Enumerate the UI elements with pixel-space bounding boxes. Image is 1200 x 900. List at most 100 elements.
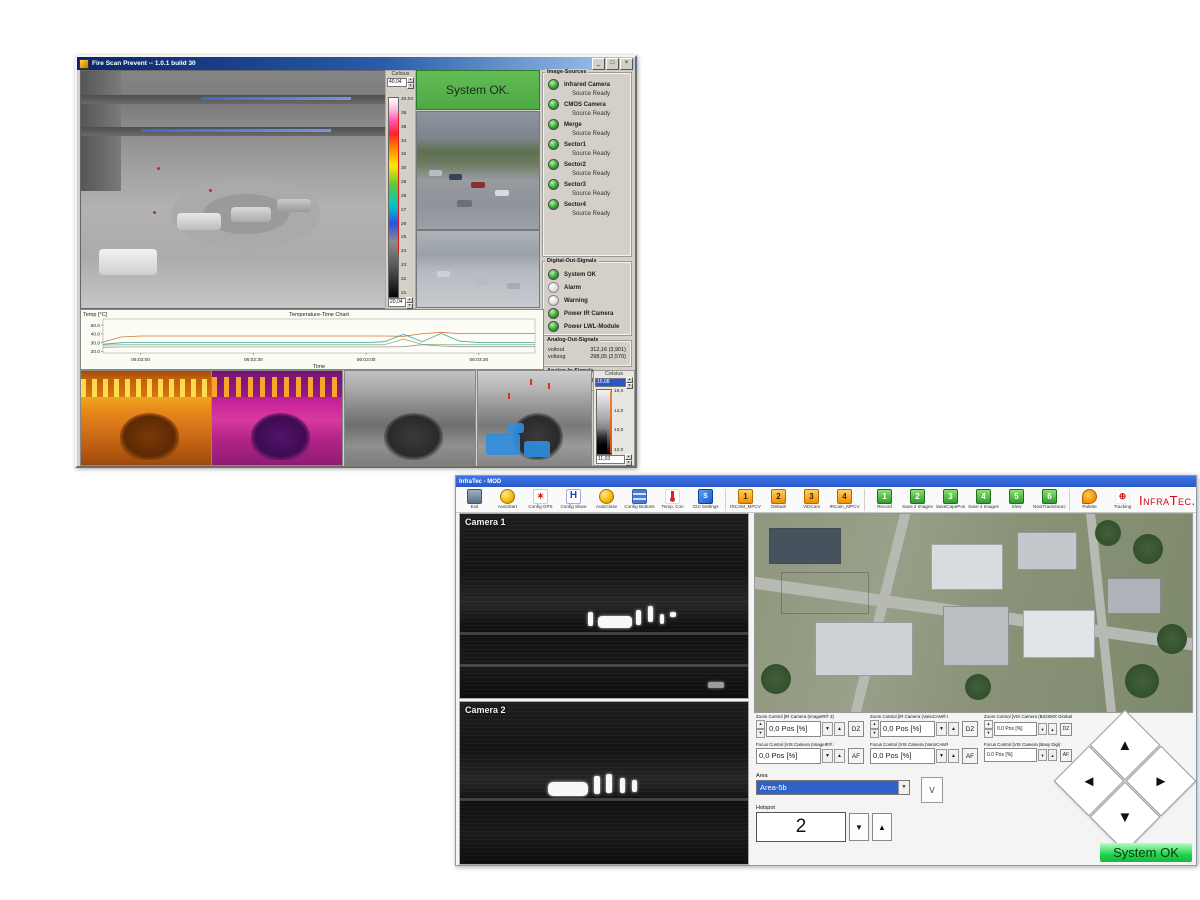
thermal-thumbnail-iron[interactable] xyxy=(80,370,212,466)
grayscale-thumbnail[interactable] xyxy=(344,370,476,466)
toolbar-button-palette[interactable]: Palette xyxy=(1073,488,1106,510)
hotspot-value[interactable]: 2 xyxy=(756,812,846,842)
spin-up-icon[interactable]: ▲ xyxy=(984,720,993,729)
scale-min-spinner[interactable]: 11,03 ▲ ▼ xyxy=(596,455,632,464)
toolbar-button-exit[interactable]: Exit xyxy=(458,488,491,510)
spin-down-icon[interactable]: ▼ xyxy=(406,303,413,309)
hotspot-up-button[interactable]: ▲ xyxy=(872,813,892,841)
source-row: Sector2 xyxy=(548,159,628,170)
spin-down-icon[interactable]: ▼ xyxy=(626,383,633,389)
dropdown-arrow-icon[interactable]: ▼ xyxy=(898,781,909,794)
toolbar-button-savecapepos[interactable]: 3SaveCapePos xyxy=(934,488,967,510)
position-spinner[interactable]: ▲▼ xyxy=(870,720,879,738)
spin-down-icon[interactable]: ▼ xyxy=(870,729,879,738)
cold-region-overlay xyxy=(486,433,520,455)
spin-down-icon[interactable]: ▼ xyxy=(625,460,632,466)
scale-tick: 21 xyxy=(401,291,413,296)
position-value[interactable]: 0,0 Pos [%] xyxy=(880,721,935,737)
car-shape xyxy=(457,200,472,207)
toolbar-button-vidcam[interactable]: 3VIDCam xyxy=(795,488,828,510)
window2-title-bar[interactable]: InfraTec - MOD xyxy=(456,476,1196,487)
position-value[interactable]: 0.0 Pos [%] xyxy=(994,722,1037,736)
step-up-button[interactable]: ▲ xyxy=(834,722,845,736)
source-label: Merge xyxy=(564,122,582,128)
position-spinner[interactable]: ▲▼ xyxy=(756,720,765,738)
toolbar-label: Slew xyxy=(1000,504,1033,510)
num-orange-icon: 2 xyxy=(771,489,786,504)
dropdown-button[interactable]: ▼ xyxy=(822,722,833,736)
scale-min-value[interactable]: 11,03 xyxy=(596,455,625,464)
hotspot-down-button[interactable]: ▼ xyxy=(849,813,869,841)
minimize-button[interactable]: _ xyxy=(592,58,605,70)
position-spinner[interactable]: ▲▼ xyxy=(984,720,993,738)
toolbar-button-default[interactable]: 2Default xyxy=(762,488,795,510)
dz-button[interactable]: DZ xyxy=(962,721,978,737)
cmos-camera-view-2[interactable] xyxy=(416,230,540,308)
dz-button[interactable]: DZ xyxy=(848,721,864,737)
dropdown-button[interactable]: ▼ xyxy=(936,722,947,736)
toolbar-button-ircam-mpcv[interactable]: 1IRCAM_MPCV xyxy=(729,488,762,510)
control-label-row: Zoom Control [IR Camera (ImageIR® 3)] xyxy=(756,714,864,719)
scale-max-spinner[interactable]: 15,08 ▲ ▼ xyxy=(595,378,633,387)
spin-up-icon[interactable]: ▲ xyxy=(870,720,879,729)
position-value[interactable]: 0.0 Pos [%] xyxy=(984,748,1037,762)
toolbar-button-nexttracksource[interactable]: 6NextTrackSource xyxy=(1033,488,1066,510)
toolbar-button-config-gps[interactable]: ✶Config GPS xyxy=(524,488,557,510)
scale-max-spinner[interactable]: 40,04 ▲ ▼ xyxy=(387,78,414,87)
scale-min-spinner[interactable]: 20,04 ▲ ▼ xyxy=(388,298,413,307)
scale-min-value[interactable]: 20,04 xyxy=(388,298,406,307)
temperature-time-chart[interactable]: Temperature-Time ChartTemp [°C]50.040.03… xyxy=(80,309,544,370)
main-thermal-view[interactable] xyxy=(80,70,387,309)
thermal-thumbnail-magenta[interactable] xyxy=(211,370,343,466)
dropdown-button[interactable]: ▼ xyxy=(1038,723,1047,735)
autostart-icon xyxy=(500,489,515,504)
step-up-button[interactable]: ▲ xyxy=(948,749,959,763)
toolbar-button-ircam-mpcv[interactable]: 4IRCam_MPCV xyxy=(828,488,861,510)
toolbar-label: Save 4 Images xyxy=(967,504,1000,510)
step-up-button[interactable]: ▲ xyxy=(834,749,845,763)
toolbar-button-config-buttons[interactable]: Config Buttons xyxy=(623,488,656,510)
toolbar-button-save-4-images[interactable]: 4Save 4 Images xyxy=(967,488,1000,510)
camera2-view[interactable]: Camera 2 xyxy=(459,701,749,865)
camera1-view[interactable]: Camera 1 xyxy=(459,513,749,699)
toolbar-button-config-slave[interactable]: HConfig Slave xyxy=(557,488,590,510)
position-value[interactable]: 0,0 Pos [%] xyxy=(766,721,821,737)
toolbar-label: Config Slave xyxy=(557,504,590,510)
scale-max-value[interactable]: 15,08 xyxy=(595,378,626,387)
close-button[interactable]: × xyxy=(620,58,633,70)
dropdown-button[interactable]: ▼ xyxy=(936,749,947,763)
toolbar-button-autostart[interactable]: AutoStart xyxy=(491,488,524,510)
area-select[interactable]: Area-5b ▼ xyxy=(756,780,910,795)
hotspot-section: Hotspot 2 ▼ ▲ xyxy=(756,805,892,842)
toolbar-button-tracking[interactable]: ⊕Tracking xyxy=(1106,488,1139,510)
spin-up-icon[interactable]: ▲ xyxy=(756,720,765,729)
toolbar-button-gui-settings[interactable]: SGUI Settings xyxy=(689,488,722,510)
road-band xyxy=(460,798,748,801)
grayscale-alarm-thumbnail[interactable] xyxy=(477,370,592,466)
position-value[interactable]: 0,0 Pos [%] xyxy=(756,748,821,764)
scale-max-value[interactable]: 40,04 xyxy=(387,78,407,87)
v-button[interactable]: V xyxy=(921,777,943,803)
position-value[interactable]: 0,0 Pos [%] xyxy=(870,748,935,764)
source-row: Infrared Camera xyxy=(548,79,628,90)
af-button[interactable]: AF xyxy=(848,748,864,764)
af-button[interactable]: AF xyxy=(962,748,978,764)
toolbar-button-record[interactable]: 1Record xyxy=(868,488,901,510)
maximize-button[interactable]: □ xyxy=(606,58,619,70)
dropdown-button[interactable]: ▼ xyxy=(1038,749,1047,761)
spin-down-icon[interactable]: ▼ xyxy=(407,83,414,89)
source-label: Infrared Camera xyxy=(564,82,610,88)
step-up-button[interactable]: ▲ xyxy=(948,722,959,736)
toolbar-button-save-2-images[interactable]: 2Save 2 Images xyxy=(901,488,934,510)
spin-down-icon[interactable]: ▼ xyxy=(984,729,993,738)
toolbar-button-autoclose[interactable]: AutoClose xyxy=(590,488,623,510)
spin-down-icon[interactable]: ▼ xyxy=(756,729,765,738)
building xyxy=(1017,532,1077,570)
thumbnail-row: Celsius 15,08 ▲ ▼ 15,014,013,012,0 11,03 xyxy=(77,370,635,465)
toolbar-button-slew[interactable]: 5Slew xyxy=(1000,488,1033,510)
cmos-camera-view[interactable] xyxy=(416,111,540,230)
palette-icon xyxy=(1082,489,1097,504)
dropdown-button[interactable]: ▼ xyxy=(822,749,833,763)
toolbar-button-temp-con[interactable]: Temp. Con xyxy=(656,488,689,510)
aerial-map[interactable] xyxy=(754,513,1193,713)
